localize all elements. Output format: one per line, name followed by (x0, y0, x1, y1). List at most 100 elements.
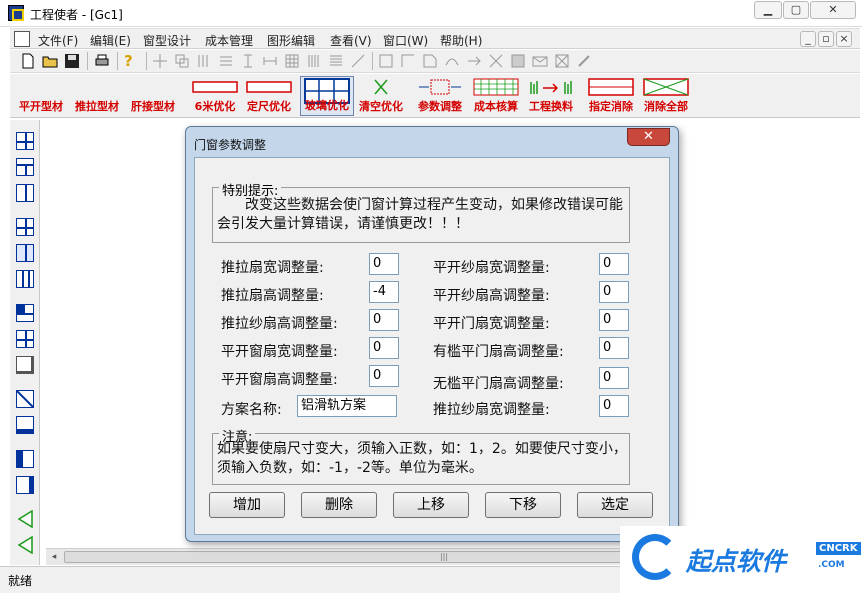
six-meter-optimize-button[interactable]: 6米优化 (188, 76, 242, 116)
window-cross-icon[interactable] (16, 330, 34, 348)
casement-profile-button[interactable]: 平开型材 (14, 76, 68, 116)
remove-all-button[interactable]: 消除全部 (638, 76, 694, 116)
horizontal-dimension-icon[interactable] (262, 53, 278, 69)
watermark-logo: 起点软件 CNCRK .COM (620, 526, 862, 593)
casement-door-width-input[interactable]: 0 (599, 309, 629, 331)
door-diagonal-icon[interactable] (16, 390, 34, 408)
dialog-close-button[interactable]: ✕ (627, 128, 670, 146)
horizontal-split-icon[interactable] (218, 53, 234, 69)
print-icon[interactable] (94, 53, 110, 69)
sliding-screen-width-input[interactable]: 0 (599, 395, 629, 417)
window-four-pane-icon[interactable] (16, 132, 34, 150)
move-icon[interactable] (152, 53, 168, 69)
menu-help[interactable]: 帮助(H) (440, 32, 482, 49)
door-right-icon[interactable] (16, 476, 34, 494)
shape-edit-icon[interactable] (422, 53, 438, 69)
open-folder-icon[interactable] (42, 53, 58, 69)
mail-icon[interactable] (532, 53, 548, 69)
toolbar-separator (87, 52, 88, 70)
glass-optimize-button[interactable]: 玻璃优化 (300, 76, 354, 116)
save-icon[interactable] (64, 53, 80, 69)
no-threshold-door-height-input[interactable]: 0 (599, 367, 629, 389)
scheme-name-input[interactable]: 铝滑轨方案 (297, 395, 397, 417)
window-sash-open-icon[interactable] (16, 304, 34, 322)
window-top-sash-icon[interactable] (16, 158, 34, 176)
field-label-sliding-screen-width: 推拉纱扇宽调整量: (433, 402, 550, 418)
cost-accounting-button[interactable]: 成本核算 (468, 76, 524, 116)
cross-tool-icon[interactable] (488, 53, 504, 69)
specified-remove-button[interactable]: 指定消除 (584, 76, 638, 116)
document-icon[interactable] (14, 31, 30, 47)
field-label-casement-screen-height: 平开纱扇高调整量: (433, 288, 550, 304)
vertical-split-icon[interactable] (196, 53, 212, 69)
casement-screen-width-input[interactable]: 0 (599, 253, 629, 275)
joint-profile-button[interactable]: 肝接型材 (126, 76, 180, 116)
window-grid-icon[interactable] (16, 218, 34, 236)
threshold-door-height-input[interactable]: 0 (599, 337, 629, 359)
field-label-threshold-door-height: 有槛平门扇高调整量: (433, 344, 564, 360)
menu-file[interactable]: 文件(F) (38, 32, 78, 49)
add-button[interactable]: 增加 (209, 492, 285, 518)
material-change-button[interactable]: 工程换料 (524, 76, 578, 116)
bars-icon[interactable] (306, 53, 322, 69)
triangle-left-icon[interactable] (16, 510, 34, 528)
menu-cost[interactable]: 成本管理 (205, 32, 253, 49)
status-text: 就绪 (8, 574, 33, 588)
parameter-adjust-button[interactable]: 参数调整 (412, 76, 468, 116)
vertical-dimension-icon[interactable] (240, 53, 256, 69)
corner-icon[interactable] (400, 53, 416, 69)
field-label-sliding-width: 推拉扇宽调整量: (221, 260, 324, 276)
delete-button[interactable]: 删除 (301, 492, 377, 518)
move-up-button[interactable]: 上移 (393, 492, 469, 518)
delete-x-box-icon[interactable] (554, 53, 570, 69)
scroll-left-arrow-icon[interactable]: ◂ (48, 551, 60, 563)
maximize-button[interactable]: ▢ (783, 1, 809, 19)
menu-view[interactable]: 查看(V) (330, 32, 372, 49)
menu-graphics[interactable]: 图形编辑 (267, 32, 315, 49)
child-minimize-button[interactable]: _ (800, 31, 816, 47)
select-button[interactable]: 选定 (577, 492, 653, 518)
new-file-icon[interactable] (20, 53, 36, 69)
triangle-left-small-icon[interactable] (16, 536, 34, 554)
close-button[interactable]: ✕ (810, 1, 856, 19)
stripes-icon[interactable] (328, 53, 344, 69)
casement-window-width-input[interactable]: 0 (369, 337, 399, 359)
copy-shape-icon[interactable] (174, 53, 190, 69)
sliding-width-input[interactable]: 0 (369, 253, 399, 275)
door-bottom-icon[interactable] (16, 416, 34, 434)
sliding-profile-button[interactable]: 推拉型材 (70, 76, 124, 116)
window-two-pane-icon[interactable] (16, 184, 34, 202)
frame-icon[interactable] (16, 356, 34, 374)
sliding-screen-height-input[interactable]: 0 (369, 309, 399, 331)
notice-group: 特别提示: 改变这些数据会使门窗计算过程产生变动，如果修改错误可能会引发大量计算… (212, 180, 630, 243)
fixed-length-optimize-button[interactable]: 定尺优化 (242, 76, 296, 116)
line-icon[interactable] (350, 53, 366, 69)
rectangle-icon[interactable] (378, 53, 394, 69)
menu-windows[interactable]: 窗口(W) (383, 32, 428, 49)
toolbar-separator (117, 52, 118, 70)
menu-edit[interactable]: 编辑(E) (90, 32, 131, 49)
brush-icon[interactable] (576, 53, 592, 69)
grid-icon[interactable] (284, 53, 300, 69)
arrow-tool-icon[interactable] (466, 53, 482, 69)
casement-window-height-input[interactable]: 0 (369, 365, 399, 387)
panel-icon[interactable] (510, 53, 526, 69)
sliding-height-input[interactable]: -4 (369, 281, 399, 303)
minimize-button[interactable]: ▁ (754, 1, 782, 19)
parameter-arrows-icon (419, 79, 461, 95)
door-left-icon[interactable] (16, 450, 34, 468)
field-label-no-threshold-door-height: 无槛平门扇高调整量: (433, 376, 564, 392)
window-casement-icon[interactable] (16, 244, 34, 262)
child-close-button[interactable]: × (836, 31, 852, 47)
watermark-ring-icon (632, 534, 678, 580)
window-three-pane-icon[interactable] (16, 270, 34, 288)
clear-optimize-button[interactable]: 清空优化 (352, 76, 410, 116)
fixed-bar-icon (246, 81, 292, 93)
arc-icon[interactable] (444, 53, 460, 69)
window-type-toolbar (10, 120, 40, 565)
help-question-icon[interactable]: ? (124, 53, 140, 69)
child-restore-button[interactable]: ▫ (818, 31, 834, 47)
casement-screen-height-input[interactable]: 0 (599, 281, 629, 303)
menu-window-design[interactable]: 窗型设计 (143, 32, 191, 49)
move-down-button[interactable]: 下移 (485, 492, 561, 518)
